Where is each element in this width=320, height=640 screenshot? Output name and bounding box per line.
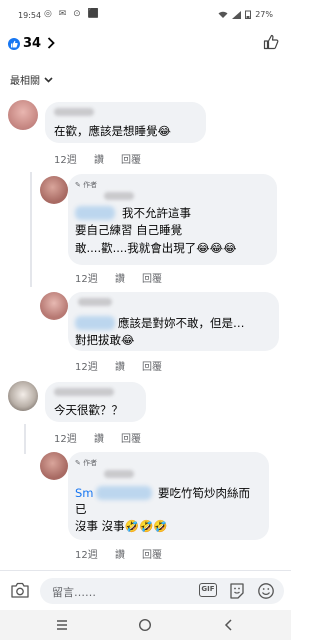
comment-input[interactable]: 留言…… GIF <box>40 578 284 604</box>
back-icon[interactable] <box>222 618 236 632</box>
reactions-header[interactable]: 34 <box>0 28 291 62</box>
emoji-icon[interactable] <box>257 582 275 600</box>
comment-age: 12週 <box>75 362 98 373</box>
comment-age: 12週 <box>75 550 98 561</box>
gif-icon[interactable]: GIF <box>199 583 217 597</box>
like-comment-button[interactable]: 讚 <box>115 546 142 561</box>
commenter-name[interactable] <box>54 108 94 116</box>
comment-text: 在歡，應該是想睡覺😂 <box>54 124 171 138</box>
recent-apps-icon[interactable] <box>55 618 69 632</box>
comment-actions: 12週 讚 回覆 <box>54 151 141 166</box>
mention-tag[interactable] <box>75 206 115 220</box>
avatar[interactable] <box>8 381 38 411</box>
reply-button[interactable]: 回覆 <box>121 151 141 166</box>
battery-percent: 27% <box>255 10 273 19</box>
mention-name[interactable]: Sm <box>75 485 94 501</box>
comment-text: 今天很歡？？ <box>54 403 123 417</box>
like-button-icon[interactable] <box>263 34 279 50</box>
status-bar: 19:54 ◎ ✉ ⊙ ⬛ 27% <box>0 0 291 28</box>
comment-text-line: 已 <box>75 502 87 516</box>
author-badge: ✎ 作者 <box>75 459 98 467</box>
comment-age: 12週 <box>54 434 77 445</box>
like-comment-button[interactable]: 讚 <box>94 151 121 166</box>
system-nav-bar <box>0 610 291 640</box>
status-right-icons: 27% <box>218 10 273 19</box>
comment-text-line: 我不允許這事 <box>122 206 191 220</box>
sticker-icon[interactable] <box>228 582 246 600</box>
comment-composer: 留言…… GIF <box>0 570 291 610</box>
comment-text-line: 要自己練習 自己睡覺 <box>75 223 183 237</box>
status-time: 19:54 <box>18 11 42 20</box>
comment-actions: 12週 讚 回覆 <box>54 430 141 445</box>
comment-age: 12週 <box>75 274 98 285</box>
commenter-name[interactable] <box>78 298 112 306</box>
thread-line <box>30 172 32 287</box>
comment-age: 12週 <box>54 155 77 166</box>
mention-tag[interactable] <box>75 316 115 330</box>
comment-text-line: 要吃竹筍炒肉絲而 <box>158 486 250 500</box>
thread-line <box>24 424 26 454</box>
status-notification-icons: ◎ ✉ ⊙ ⬛ <box>44 9 101 19</box>
like-comment-button[interactable]: 讚 <box>115 358 142 373</box>
reaction-count[interactable]: 34 <box>23 36 41 51</box>
like-reaction-icon <box>8 38 20 50</box>
reply-button[interactable]: 回覆 <box>121 430 141 445</box>
sort-dropdown[interactable]: 最相關 <box>10 72 53 87</box>
comment-input-placeholder: 留言…… <box>52 586 96 599</box>
camera-icon[interactable] <box>10 581 30 599</box>
commenter-name[interactable] <box>54 388 114 396</box>
comment-text-line: 對把拔敢😂 <box>75 333 135 347</box>
like-comment-button[interactable]: 讚 <box>115 270 142 285</box>
chevron-right-icon[interactable] <box>47 37 55 49</box>
avatar[interactable] <box>40 452 68 480</box>
wifi-icon <box>218 11 228 18</box>
comment-text-line: 沒事 沒事🤣🤣🤣 <box>75 519 168 533</box>
comment-actions: 12週 讚 回覆 <box>75 358 162 373</box>
comment-text-line: 敢....歡....我就會出現了😂😂😂 <box>75 241 237 255</box>
signal-icon <box>232 10 242 19</box>
reply-button[interactable]: 回覆 <box>142 546 162 561</box>
like-comment-button[interactable]: 讚 <box>94 430 121 445</box>
comment-actions: 12週 讚 回覆 <box>75 270 162 285</box>
avatar[interactable] <box>40 292 68 320</box>
screen: 19:54 ◎ ✉ ⊙ ⬛ 27% 34 最相關 在歡，應該是想睡覺😂 12週 … <box>0 0 291 640</box>
commenter-name[interactable] <box>104 192 134 200</box>
sort-label: 最相關 <box>10 76 40 87</box>
reply-button[interactable]: 回覆 <box>142 358 162 373</box>
comment-actions: 12週 讚 回覆 <box>75 546 162 561</box>
commenter-name[interactable] <box>104 470 134 478</box>
avatar[interactable] <box>8 100 38 130</box>
chevron-down-icon <box>44 76 53 83</box>
comment-text-line: 應該是對妳不敢，但是… <box>118 316 245 330</box>
mention-tag[interactable] <box>96 486 152 500</box>
battery-icon <box>245 10 252 19</box>
home-icon[interactable] <box>138 618 152 632</box>
reply-button[interactable]: 回覆 <box>142 270 162 285</box>
avatar[interactable] <box>40 176 68 204</box>
author-badge: ✎ 作者 <box>75 181 98 189</box>
